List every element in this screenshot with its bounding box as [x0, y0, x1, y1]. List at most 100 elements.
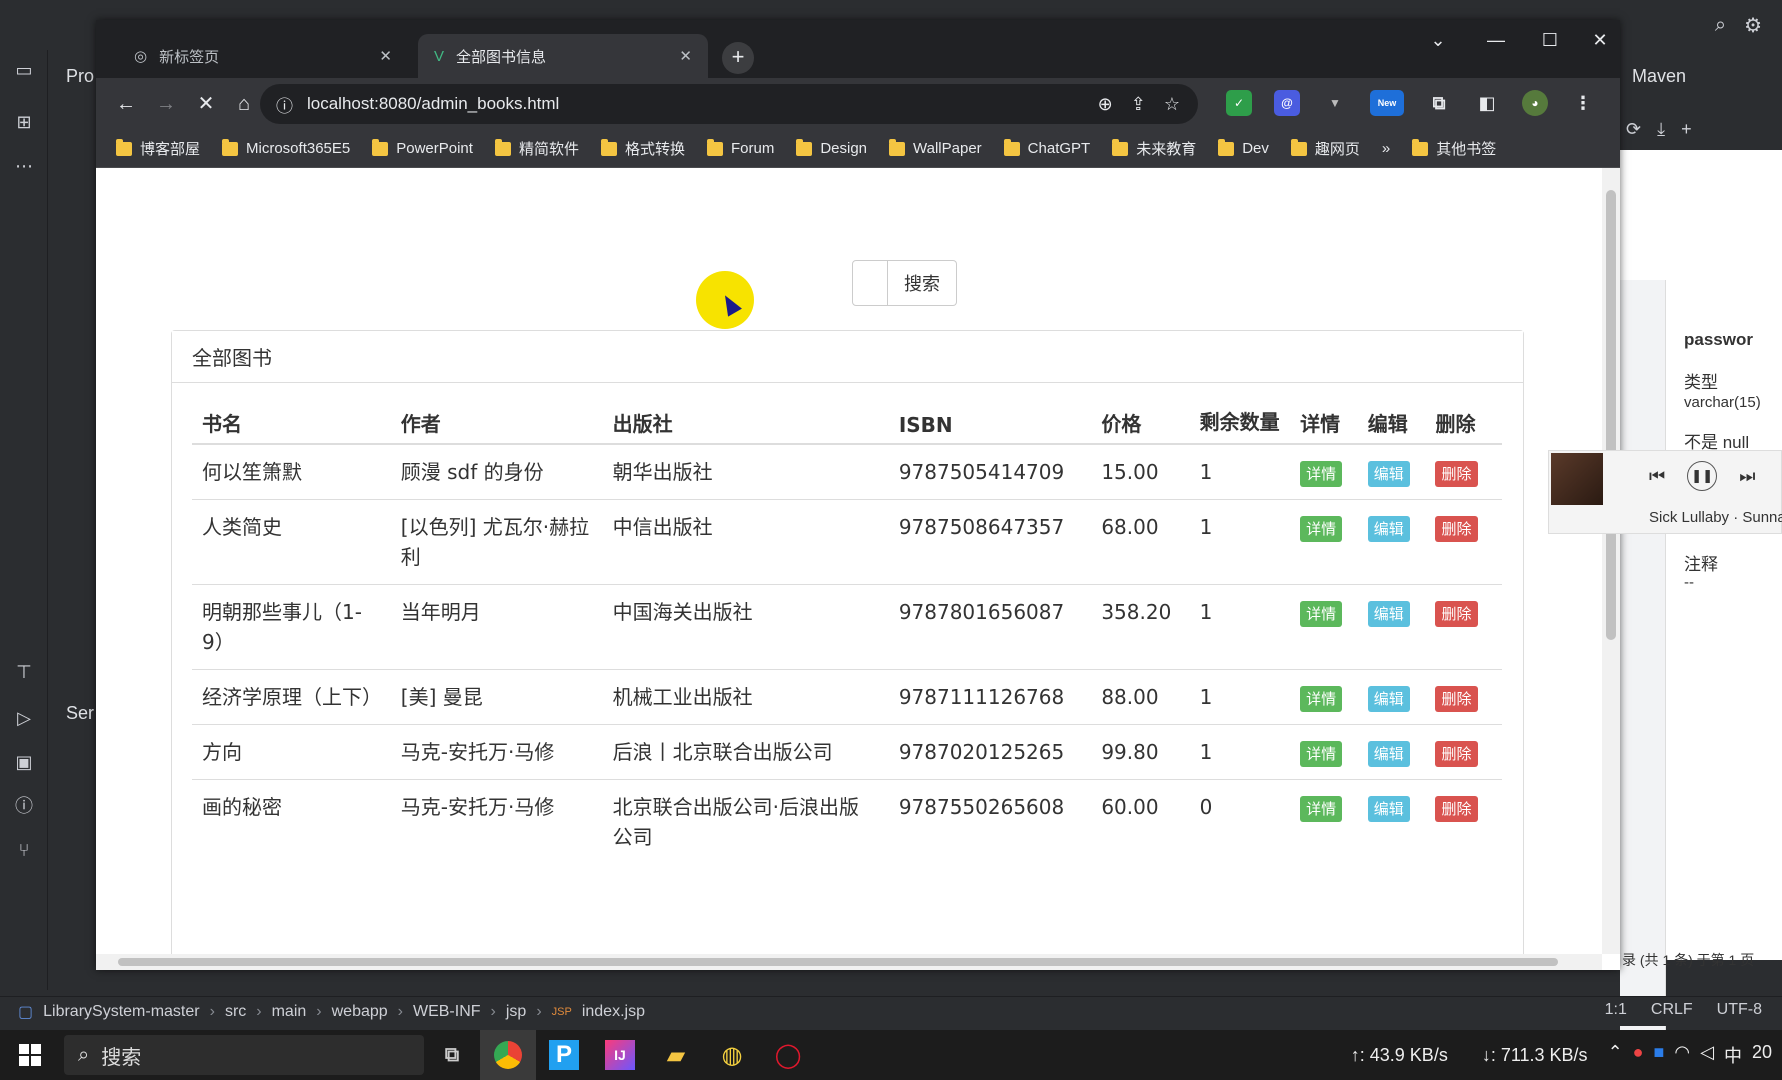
minimize-icon[interactable]: — [1476, 30, 1516, 51]
other-bookmarks[interactable]: 其他书签 [1412, 138, 1496, 159]
vertical-scrollbar[interactable] [1602, 168, 1620, 954]
refresh-icon[interactable]: ⟳ [1626, 119, 1641, 140]
task-view-icon[interactable]: ⧉ [424, 1030, 480, 1080]
add-icon[interactable]: + [1681, 119, 1692, 140]
edit-button[interactable]: 编辑 [1367, 796, 1410, 822]
close-icon[interactable]: ✕ [679, 47, 692, 65]
at-icon[interactable]: @ [1274, 90, 1300, 116]
edit-button[interactable]: 编辑 [1367, 686, 1410, 712]
bookmark-folder[interactable]: 趣网页 [1290, 138, 1360, 159]
folder-icon[interactable]: ▭ [12, 58, 36, 82]
new-tab-button[interactable]: + [722, 42, 754, 74]
bookmark-folder[interactable]: 格式转换 [600, 138, 685, 159]
forward-icon[interactable]: → [150, 88, 182, 120]
sidepanel-icon[interactable]: ◧ [1474, 90, 1500, 116]
breadcrumb-item[interactable]: jsp [506, 1003, 526, 1021]
delete-button[interactable]: 删除 [1435, 741, 1478, 767]
info-icon[interactable]: ⓘ [276, 92, 293, 117]
edit-button[interactable]: 编辑 [1367, 601, 1410, 627]
close-window-icon[interactable]: ✕ [1580, 30, 1620, 51]
detail-button[interactable]: 详情 [1300, 796, 1343, 822]
search-icon[interactable]: ⌕ [1715, 14, 1726, 37]
share-icon[interactable]: ⇪ [1131, 94, 1146, 115]
stop-icon[interactable]: ✕ [190, 88, 222, 120]
shield-icon[interactable]: ✓ [1226, 90, 1252, 116]
bookmark-folder[interactable]: ChatGPT [1003, 138, 1090, 157]
bookmark-folder[interactable]: WallPaper [889, 138, 982, 157]
detail-button[interactable]: 详情 [1300, 686, 1343, 712]
build-icon[interactable]: ⊤ [12, 660, 36, 684]
intellij-app-icon[interactable]: IJ [592, 1030, 648, 1080]
ime-indicator[interactable]: 中 [1724, 1042, 1742, 1068]
delete-button[interactable]: 删除 [1435, 686, 1478, 712]
gear-icon[interactable]: ⚙ [1744, 13, 1762, 38]
detail-button[interactable]: 详情 [1300, 461, 1343, 487]
bookmark-folder[interactable]: 博客部屋 [116, 138, 200, 159]
cursor-position[interactable]: 1:1 [1605, 1001, 1627, 1019]
search-input[interactable] [852, 260, 888, 306]
bookmark-folder[interactable]: Microsoft365E5 [222, 138, 350, 157]
new-extension-icon[interactable]: New [1370, 90, 1404, 116]
tab-new-tab[interactable]: ◎ 新标签页 ✕ [118, 34, 408, 78]
opera-app-icon[interactable]: ◯ [760, 1030, 816, 1080]
git-icon[interactable]: ⑂ [12, 838, 36, 862]
clock[interactable]: 20 [1752, 1042, 1772, 1068]
file-encoding[interactable]: UTF-8 [1717, 1001, 1762, 1019]
search-button[interactable]: 搜索 [888, 260, 957, 306]
vue-devtools-icon[interactable]: ▼ [1322, 90, 1348, 116]
zoom-icon[interactable]: ⊕ [1098, 94, 1113, 115]
delete-button[interactable]: 删除 [1435, 461, 1478, 487]
breadcrumb-item[interactable]: LibrarySystem-master [43, 1003, 199, 1021]
address-bar[interactable]: ⓘ localhost:8080/admin_books.html ⊕ ⇪ ☆ [260, 84, 1198, 124]
horizontal-scrollbar[interactable] [96, 954, 1602, 970]
line-separator[interactable]: CRLF [1651, 1001, 1693, 1019]
tray-app-icon[interactable]: ● [1633, 1042, 1644, 1068]
more-icon[interactable]: ⋯ [12, 154, 36, 178]
bookmark-folder[interactable]: Design [796, 138, 867, 157]
detail-button[interactable]: 详情 [1300, 601, 1343, 627]
chrome-app-icon[interactable] [480, 1030, 536, 1080]
volume-icon[interactable]: ◁ [1700, 1042, 1714, 1068]
maximize-icon[interactable]: ☐ [1530, 30, 1570, 51]
edit-button[interactable]: 编辑 [1367, 461, 1410, 487]
delete-button[interactable]: 删除 [1435, 601, 1478, 627]
menu-icon[interactable]: ⋮ [1570, 90, 1596, 116]
windows-start-icon[interactable] [0, 1030, 60, 1080]
tab-all-books[interactable]: V 全部图书信息 ✕ [418, 34, 708, 78]
chevron-up-icon[interactable]: ⌃ [1608, 1042, 1623, 1068]
bookmark-folder[interactable]: Forum [706, 138, 774, 157]
bookmark-folder[interactable]: 精简软件 [494, 138, 579, 159]
edit-button[interactable]: 编辑 [1367, 741, 1410, 767]
breadcrumb-item[interactable]: src [225, 1003, 246, 1021]
structure-icon[interactable]: ⊞ [12, 110, 36, 134]
delete-button[interactable]: 删除 [1435, 516, 1478, 542]
close-icon[interactable]: ✕ [379, 47, 392, 65]
star-icon[interactable]: ☆ [1164, 94, 1180, 115]
breadcrumb-item[interactable]: WEB-INF [413, 1003, 481, 1021]
breadcrumb-item[interactable]: index.jsp [582, 1003, 645, 1021]
breadcrumb-item[interactable]: webapp [332, 1003, 388, 1021]
url-text[interactable]: localhost:8080/admin_books.html [307, 94, 559, 114]
download-icon[interactable]: ⤓ [1657, 119, 1665, 140]
breadcrumb-item[interactable]: main [272, 1003, 307, 1021]
back-icon[interactable]: ← [110, 88, 142, 120]
next-icon[interactable]: ⏭ [1739, 466, 1755, 487]
file-explorer-icon[interactable]: ▰ [648, 1030, 704, 1080]
chat-app-icon[interactable]: ◍ [704, 1030, 760, 1080]
wifi-icon[interactable]: ◠ [1674, 1042, 1690, 1068]
pause-icon[interactable]: ❚❚ [1687, 461, 1718, 491]
taskbar-search-box[interactable]: ⌕ 搜索 [64, 1035, 424, 1075]
delete-button[interactable]: 删除 [1435, 796, 1478, 822]
bookmark-folder[interactable]: PowerPoint [372, 138, 473, 157]
tab-search-icon[interactable]: ⌄ [1418, 30, 1458, 51]
bookmarks-overflow-icon[interactable]: » [1382, 140, 1390, 157]
avatar[interactable]: ◕ [1522, 90, 1548, 116]
scrollbar-thumb[interactable] [1606, 190, 1616, 640]
bookmark-folder[interactable]: 未来教育 [1112, 138, 1196, 159]
detail-button[interactable]: 详情 [1300, 741, 1343, 767]
previous-icon[interactable]: ⏮ [1649, 466, 1665, 487]
detail-button[interactable]: 详情 [1300, 516, 1343, 542]
pycharm-app-icon[interactable]: P [536, 1030, 592, 1080]
problems-icon[interactable]: ⓘ [12, 794, 36, 818]
bookmark-folder[interactable]: Dev [1218, 138, 1269, 157]
